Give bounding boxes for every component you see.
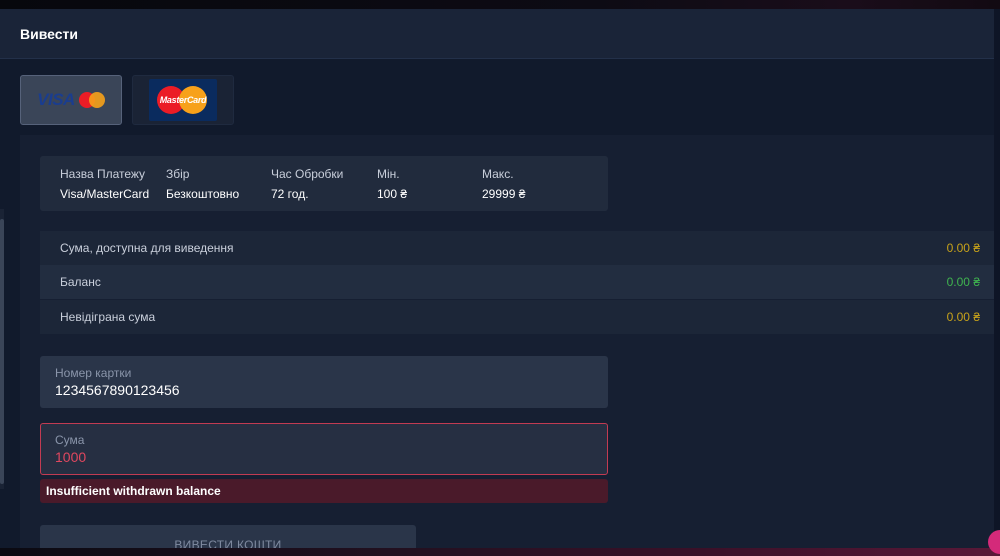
withdraw-panel: Вивести VISA MasterCard Назва Платежу Vi… [0,9,994,556]
balance-row-balance: Баланс 0.00 ₴ [40,265,994,299]
info-value: 29999 ₴ [482,187,526,201]
balance-label: Невідіграна сума [60,310,156,324]
balance-label: Сума, доступна для виведення [60,241,234,255]
info-header: Мін. [377,167,400,181]
balance-amount: 0.00 ₴ [946,275,980,289]
panel-header: Вивести [0,9,994,59]
info-header: Назва Платежу [60,167,146,181]
info-value: Visa/MasterCard [60,187,150,201]
info-col-fee: Збір Безкоштовно [166,166,239,202]
mastercard-icon [78,92,105,108]
top-strip [0,0,1000,9]
balance-row-available: Сума, доступна для виведення 0.00 ₴ [40,231,994,265]
info-col-processing-time: Час Обробки 72 год. [271,166,343,202]
visa-mastercard-logo: VISA [37,90,105,110]
payment-info-table: Назва Платежу Visa/MasterCard Збір Безко… [40,156,608,211]
card-number-input[interactable]: 1234567890123456 [55,381,593,399]
withdraw-form: Назва Платежу Visa/MasterCard Збір Безко… [20,135,994,556]
info-value: 100 ₴ [377,187,408,201]
balance-row-unplayed: Невідіграна сума 0.00 ₴ [40,300,994,334]
amount-field[interactable]: Сума 1000 [40,423,608,475]
balance-label: Баланс [60,275,101,289]
scrollbar-thumb[interactable] [0,219,4,484]
amount-label: Сума [55,433,85,447]
method-mastercard[interactable]: MasterCard [132,75,234,125]
info-value: 72 год. [271,187,309,201]
method-visa-mastercard[interactable]: VISA [20,75,122,125]
info-value: Безкоштовно [166,187,240,201]
visa-logo-text: VISA [37,90,75,109]
mastercard-logo-text: MasterCard [159,95,207,105]
card-number-field[interactable]: Номер картки 1234567890123456 [40,356,608,408]
info-header: Час Обробки [271,167,344,181]
info-col-max: Макс. 29999 ₴ [482,166,525,202]
card-number-label: Номер картки [55,366,132,380]
info-header: Макс. [482,167,514,181]
info-col-payment-name: Назва Платежу Visa/MasterCard [60,166,149,202]
balance-amount: 0.00 ₴ [946,310,980,324]
mastercard-logo: MasterCard [149,79,217,121]
info-col-min: Мін. 100 ₴ [377,166,407,202]
info-header: Збір [166,167,190,181]
amount-input[interactable]: 1000 [55,448,593,466]
page-title: Вивести [20,25,78,42]
bottom-strip [0,548,1000,556]
payment-methods: VISA MasterCard [20,75,234,125]
error-message: Insufficient withdrawn balance [40,479,608,503]
balance-amount: 0.00 ₴ [946,241,980,255]
